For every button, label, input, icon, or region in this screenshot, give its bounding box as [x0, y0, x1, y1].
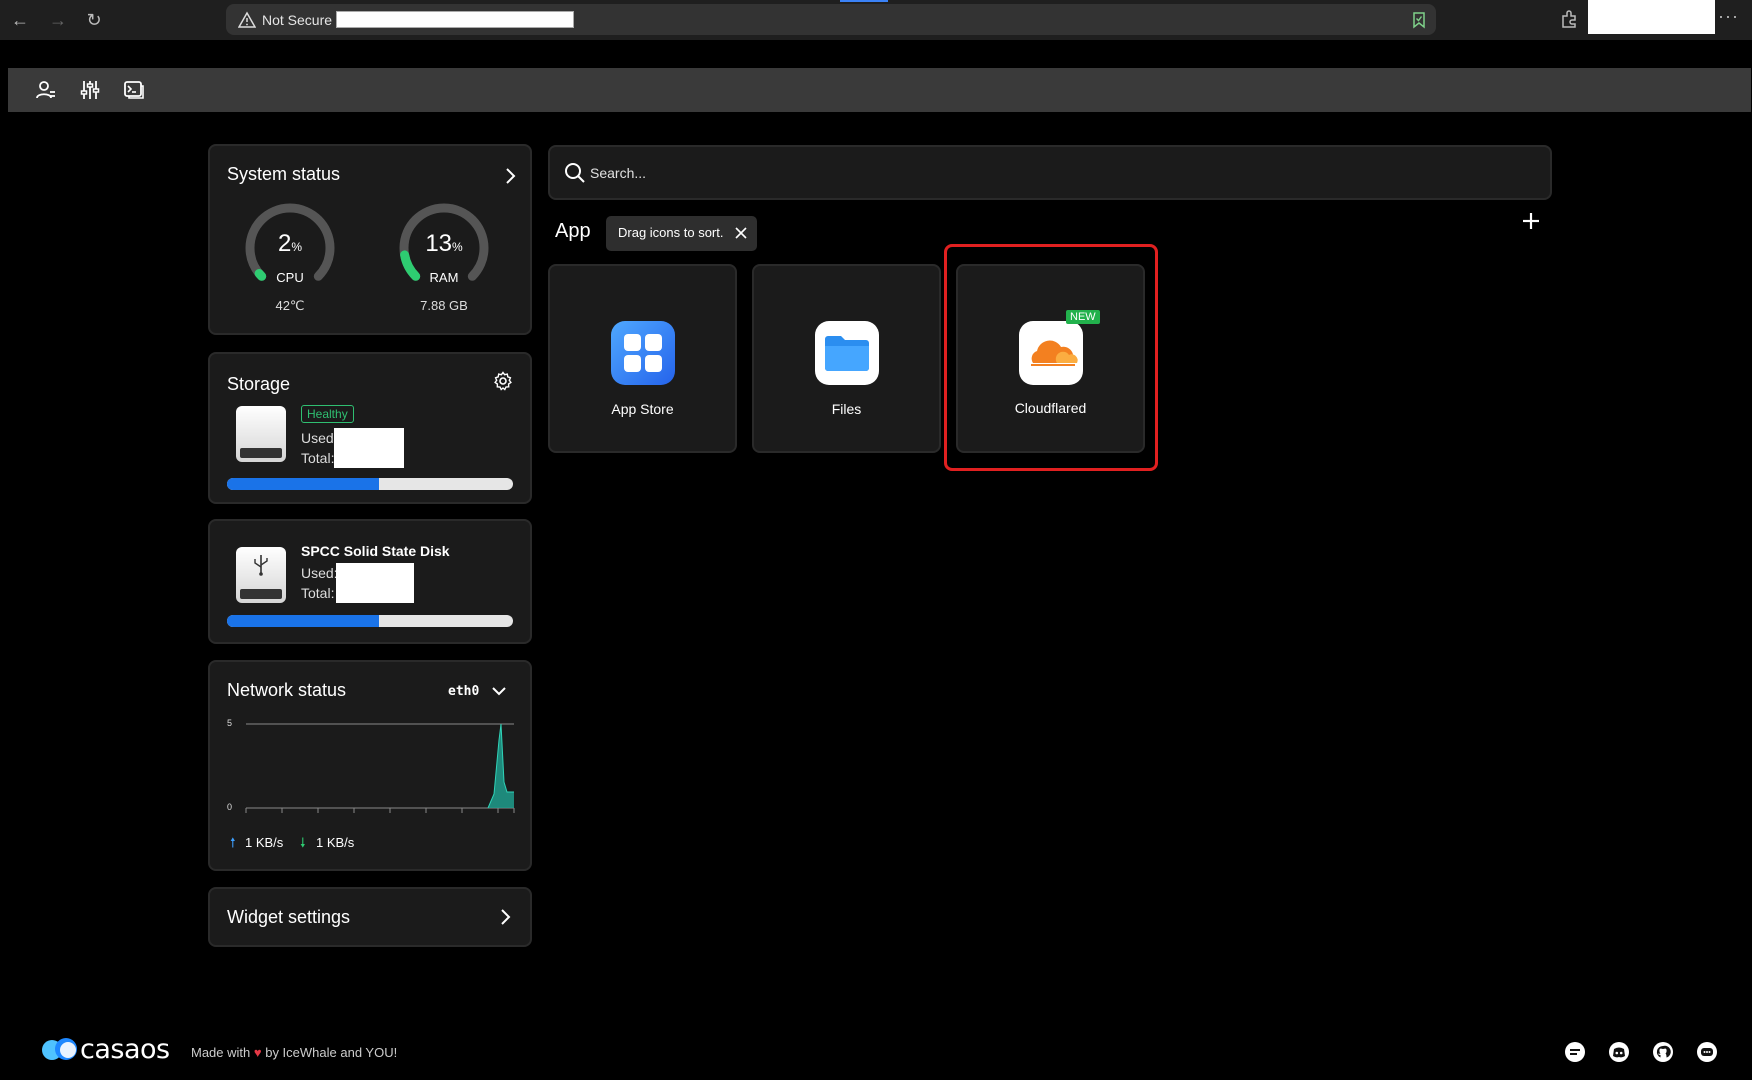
download-icon: 🠗	[300, 835, 306, 850]
search-bar[interactable]	[548, 145, 1552, 200]
user-settings-icon[interactable]	[34, 78, 58, 102]
folder-icon	[815, 321, 879, 385]
ram-gauge: 13% RAM	[394, 198, 494, 298]
disk-card: SPCC Solid State Disk Used: Total:	[208, 519, 532, 644]
app-store-label: App Store	[611, 401, 674, 417]
disk-usage-bar	[227, 615, 513, 627]
widget-settings-title: Widget settings	[227, 907, 351, 927]
ram-value: 13%	[425, 230, 463, 257]
files-label: Files	[831, 401, 862, 417]
browser-menu-button[interactable]: ···	[1718, 6, 1739, 27]
warning-icon	[238, 11, 256, 28]
storage-title: Storage	[227, 374, 291, 394]
app-section-title: App	[555, 220, 591, 242]
y-axis-max: 5	[227, 718, 233, 728]
search-input[interactable]	[590, 162, 1290, 184]
download-speed: 1 KB/s	[316, 835, 355, 850]
terminal-icon[interactable]	[122, 78, 146, 102]
app-card-files[interactable]: Files	[752, 264, 941, 453]
y-axis-min: 0	[227, 802, 233, 812]
cpu-value: 2%	[277, 230, 303, 257]
cpu-temperature: 42℃	[275, 298, 305, 313]
url-text[interactable]	[336, 11, 574, 28]
storage-values	[334, 428, 404, 468]
chevron-down-icon[interactable]	[490, 682, 508, 700]
heart-icon: ♥	[253, 1045, 262, 1060]
security-label: Not Secure	[262, 12, 333, 28]
total-label: Total:	[301, 450, 335, 466]
discord-icon[interactable]	[1608, 1041, 1630, 1063]
search-icon	[565, 163, 585, 183]
disk-used-label: Used:	[301, 565, 338, 581]
chevron-right-icon[interactable]	[500, 166, 520, 186]
extensions-icon[interactable]	[1558, 8, 1580, 30]
used-label: Used:	[301, 430, 338, 446]
system-status-title: System status	[227, 164, 341, 184]
footer-credit: Made with ♥ by IceWhale and YOU!	[191, 1045, 398, 1060]
storage-drive-icon	[236, 406, 286, 462]
upload-icon: 🠕	[230, 835, 236, 850]
back-button[interactable]: ←	[8, 8, 32, 32]
browser-toolbar: ← → ↻ Not Secure ···	[0, 0, 1752, 40]
app-card-app-store[interactable]: App Store	[548, 264, 737, 453]
storage-usage-bar	[227, 478, 513, 490]
upload-speed: 1 KB/s	[245, 835, 284, 850]
forum-icon[interactable]	[1564, 1041, 1586, 1063]
chat-icon[interactable]	[1696, 1041, 1718, 1063]
disk-total-label: Total:	[301, 585, 335, 601]
network-status-card: Network status eth0 5 0 🠕 1 KB/s 🠗 1 KB/…	[208, 660, 532, 871]
close-icon[interactable]	[733, 225, 749, 241]
selection-highlight	[944, 244, 1158, 471]
usb-drive-icon	[236, 547, 286, 603]
network-status-title: Network status	[227, 680, 347, 700]
storage-card: Storage Healthy Used: Total:	[208, 352, 532, 504]
chevron-right-icon[interactable]	[495, 907, 515, 927]
drag-tip-text: Drag icons to sort.	[618, 225, 724, 240]
app-store-icon	[611, 321, 675, 385]
ram-size: 7.88 GB	[420, 298, 468, 313]
casaos-logo: casaos	[40, 1034, 180, 1065]
ram-label: RAM	[429, 270, 459, 285]
forward-button[interactable]: →	[46, 8, 70, 32]
address-bar[interactable]: Not Secure	[226, 4, 1436, 35]
health-badge: Healthy	[301, 405, 354, 423]
sliders-icon[interactable]	[78, 78, 102, 102]
interface-select[interactable]: eth0	[448, 684, 479, 699]
reload-button[interactable]: ↻	[82, 8, 106, 32]
network-chart	[245, 723, 515, 813]
app-topbar	[8, 68, 1751, 112]
drag-tip: Drag icons to sort.	[606, 216, 757, 251]
bookmark-icon[interactable]	[1410, 11, 1428, 29]
cpu-gauge: 2% CPU	[240, 198, 340, 298]
gear-icon[interactable]	[493, 371, 513, 391]
github-icon[interactable]	[1652, 1041, 1674, 1063]
cpu-label: CPU	[276, 270, 304, 285]
profile-button[interactable]	[1588, 0, 1715, 34]
active-tab-indicator	[840, 0, 888, 2]
disk-name: SPCC Solid State Disk	[301, 543, 450, 559]
disk-values	[336, 563, 414, 603]
add-app-button[interactable]	[1520, 210, 1542, 232]
system-status-card: System status 2% CPU 42℃ 13% RAM 7.88 GB	[208, 144, 532, 335]
widget-settings-button[interactable]: Widget settings	[208, 887, 532, 947]
